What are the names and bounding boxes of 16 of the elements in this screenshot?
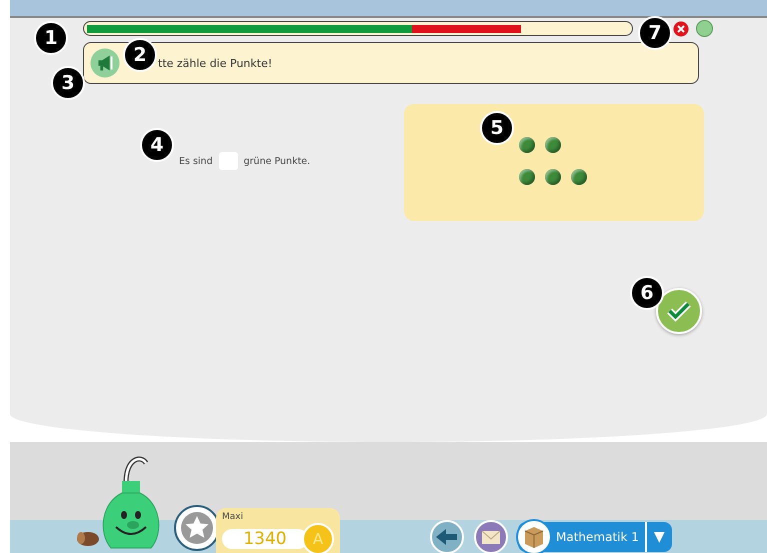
course-selector[interactable]: Mathematik 1 ▼ xyxy=(518,522,672,552)
status-dot xyxy=(696,20,713,37)
user-name: Maxi xyxy=(222,512,244,522)
close-button[interactable] xyxy=(673,20,689,36)
sentence-start: Es sind xyxy=(179,156,213,166)
check-button[interactable] xyxy=(656,288,702,334)
coin-badge: A xyxy=(302,523,334,553)
cardboard-box-icon xyxy=(516,518,552,553)
dropdown-caret[interactable]: ▼ xyxy=(644,522,672,552)
course-title: Mathematik 1 xyxy=(556,530,640,544)
envelope-button[interactable] xyxy=(474,520,508,553)
back-arrow-button[interactable] xyxy=(430,520,464,553)
task-instruction: tte zähle die Punkte! xyxy=(158,56,272,70)
log-icon xyxy=(76,529,100,547)
megaphone-icon[interactable] xyxy=(90,48,120,78)
sentence-end: grüne Punkte. xyxy=(244,156,310,166)
